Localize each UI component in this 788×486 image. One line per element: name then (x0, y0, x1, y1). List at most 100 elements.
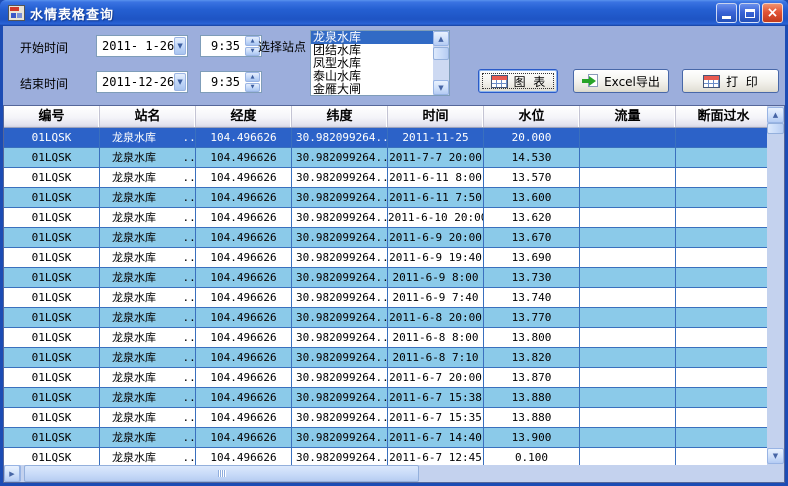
table-cell: 2011-6-7 20:00 (388, 368, 484, 388)
table-cell (580, 228, 676, 248)
table-cell: 龙泉水库 ... (100, 388, 196, 408)
table-cell: 2011-6-11 7:50 (388, 188, 484, 208)
scrollbar-thumb[interactable] (767, 123, 784, 134)
table-cell: 01LQSK (4, 408, 100, 428)
table-cell (580, 168, 676, 188)
table-cell (676, 288, 767, 308)
table-cell: 01LQSK (4, 248, 100, 268)
column-header-3[interactable]: 经度 (196, 106, 292, 127)
table-row[interactable]: 01LQSK龙泉水库 ...104.49662630.982099264...2… (4, 148, 767, 168)
table-cell: 14.530 (484, 148, 580, 168)
table-cell: 龙泉水库 ... (100, 228, 196, 248)
table-cell (580, 208, 676, 228)
listbox-scrollbar[interactable]: ▲ ▼ (433, 31, 449, 95)
table-row[interactable]: 01LQSK龙泉水库 ...104.49662630.982099264...2… (4, 168, 767, 188)
table-row[interactable]: 01LQSK龙泉水库 ...104.49662630.982099264...2… (4, 308, 767, 328)
table-row[interactable]: 01LQSK龙泉水库 ...104.49662630.982099264...2… (4, 348, 767, 368)
table-row[interactable]: 01LQSK龙泉水库 ...104.49662630.982099264...2… (4, 248, 767, 268)
table-row[interactable]: 01LQSK龙泉水库 ...104.49662630.982099264...2… (4, 368, 767, 388)
spinner-up-button[interactable]: ▲ (245, 72, 260, 82)
table-cell: 2011-6-9 8:00 (388, 268, 484, 288)
scroll-up-button[interactable]: ▲ (767, 107, 784, 123)
table-row[interactable]: 01LQSK龙泉水库 ...104.49662630.982099264...2… (4, 288, 767, 308)
table-cell: 13.740 (484, 288, 580, 308)
column-header-6[interactable]: 水位 (484, 106, 580, 127)
table-cell: 01LQSK (4, 208, 100, 228)
table-cell: 13.730 (484, 268, 580, 288)
table-cell (580, 448, 676, 465)
table-cell: 104.496626 (196, 448, 292, 465)
column-header-1[interactable]: 编号 (4, 106, 100, 127)
table-row[interactable]: 01LQSK龙泉水库 ...104.49662630.982099264...2… (4, 208, 767, 228)
table-cell (676, 328, 767, 348)
minimize-button[interactable] (716, 3, 737, 23)
end-date-dropdown-button[interactable]: ▼ (174, 73, 186, 91)
close-button[interactable]: × (762, 3, 783, 23)
table-cell: 龙泉水库 ... (100, 288, 196, 308)
table-cell: 龙泉水库 ... (100, 328, 196, 348)
table-row[interactable]: 01LQSK龙泉水库 ...104.49662630.982099264...2… (4, 128, 767, 148)
spinner-down-button[interactable]: ▼ (245, 83, 260, 93)
table-cell: 01LQSK (4, 448, 100, 465)
table-row[interactable]: 01LQSK龙泉水库 ...104.49662630.982099264...2… (4, 428, 767, 448)
table-cell: 龙泉水库 ... (100, 148, 196, 168)
station-list-item[interactable]: 金雁大闸 (311, 83, 433, 95)
end-date-picker[interactable]: 2011-12-26 ▼ (96, 71, 188, 93)
column-header-4[interactable]: 纬度 (292, 106, 388, 127)
column-header-2[interactable]: 站名 (100, 106, 196, 127)
scroll-down-button[interactable]: ▼ (433, 80, 449, 95)
chevron-down-icon: ▼ (251, 84, 255, 90)
table-row[interactable]: 01LQSK龙泉水库 ...104.49662630.982099264...2… (4, 448, 767, 465)
column-header-7[interactable]: 流量 (580, 106, 676, 127)
column-header-5[interactable]: 时间 (388, 106, 484, 127)
table-cell: 13.820 (484, 348, 580, 368)
table-cell: 2011-6-9 7:40 (388, 288, 484, 308)
scroll-right-button[interactable]: ▶ (4, 465, 20, 482)
table-cell: 13.670 (484, 228, 580, 248)
horizontal-scrollbar[interactable]: ◀ ▶ (4, 465, 767, 482)
table-row[interactable]: 01LQSK龙泉水库 ...104.49662630.982099264...2… (4, 188, 767, 208)
chart-button[interactable]: 图 表 (478, 69, 558, 93)
table-row[interactable]: 01LQSK龙泉水库 ...104.49662630.982099264...2… (4, 388, 767, 408)
table-cell: 龙泉水库 ... (100, 428, 196, 448)
vertical-scrollbar[interactable]: ▲ ▼ (767, 106, 784, 465)
table-cell: 30.982099264... (292, 128, 388, 148)
table-cell: 13.600 (484, 188, 580, 208)
end-time-label: 结束时间 (20, 75, 68, 92)
table-row[interactable]: 01LQSK龙泉水库 ...104.49662630.982099264...2… (4, 328, 767, 348)
column-header-8[interactable]: 断面过水 (676, 106, 767, 127)
table-cell (676, 408, 767, 428)
table-row[interactable]: 01LQSK龙泉水库 ...104.49662630.982099264...2… (4, 268, 767, 288)
table-cell: 2011-6-11 8:00 (388, 168, 484, 188)
table-row[interactable]: 01LQSK龙泉水库 ...104.49662630.982099264...2… (4, 408, 767, 428)
scroll-down-button[interactable]: ▼ (767, 448, 784, 464)
excel-export-button[interactable]: Excel导出 (573, 69, 669, 93)
print-button-label: 打 印 (726, 73, 758, 90)
table-cell: 30.982099264... (292, 408, 388, 428)
end-time-spinner[interactable]: 9:35 ▲ ▼ (200, 71, 262, 93)
start-date-picker[interactable]: 2011- 1-26 ▼ (96, 35, 188, 57)
table-cell: 2011-6-7 15:35 (388, 408, 484, 428)
table-row[interactable]: 01LQSK龙泉水库 ...104.49662630.982099264...2… (4, 228, 767, 248)
maximize-button[interactable] (739, 3, 760, 23)
chevron-down-icon: ▼ (251, 48, 255, 54)
table-cell (580, 328, 676, 348)
start-date-dropdown-button[interactable]: ▼ (174, 37, 186, 55)
chevron-up-icon: ▲ (251, 74, 255, 80)
scroll-up-button[interactable]: ▲ (433, 31, 449, 46)
table-cell: 2011-11-25 (388, 128, 484, 148)
table-cell (580, 428, 676, 448)
table-cell: 104.496626 (196, 148, 292, 168)
print-button[interactable]: 打 印 (682, 69, 779, 93)
table-cell: 104.496626 (196, 388, 292, 408)
table-cell (676, 428, 767, 448)
scrollbar-thumb[interactable] (433, 47, 449, 60)
end-time-spin-buttons: ▲ ▼ (245, 72, 260, 92)
table-cell: 01LQSK (4, 428, 100, 448)
start-time-spinner[interactable]: 9:35 ▲ ▼ (200, 35, 262, 57)
table-cell: 13.880 (484, 408, 580, 428)
table-cell: 01LQSK (4, 188, 100, 208)
table-cell: 104.496626 (196, 408, 292, 428)
table-cell: 104.496626 (196, 228, 292, 248)
scrollbar-thumb[interactable] (24, 465, 419, 482)
